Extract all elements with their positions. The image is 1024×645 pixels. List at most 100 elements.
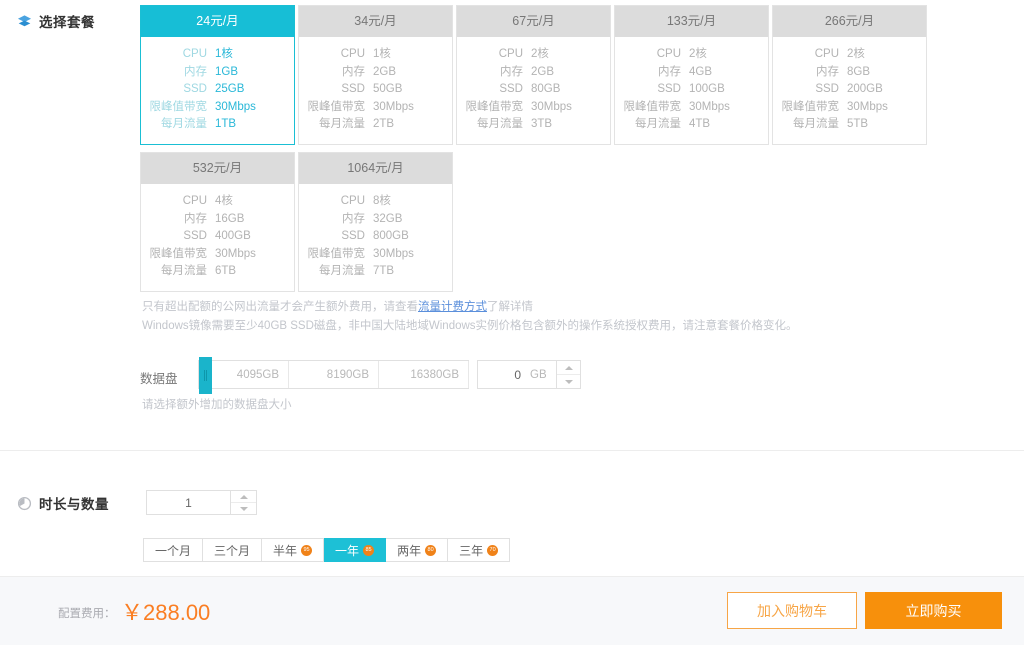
package-card[interactable]: 1064元/月 CPU 8核 内存 32GB SSD 800GB 限峰值带宽 30Mbps 每月流…: [298, 152, 453, 292]
package-card[interactable]: 67元/月 CPU 2核 内存 2GB SSD 80GB 限峰值带宽 30Mbps 每月流量 3TB: [456, 5, 611, 145]
slider-handle[interactable]: [199, 357, 212, 394]
slider-tick-2[interactable]: 16380GB: [379, 361, 469, 388]
package-spec-row: 限峰值带宽 30Mbps: [141, 99, 294, 117]
package-spec-key: 内存: [342, 65, 365, 78]
duration-tab-label: 一个月: [155, 543, 192, 558]
section-header-package: 选择套餐: [17, 11, 95, 31]
duration-tab[interactable]: 半年 95: [262, 538, 325, 562]
package-spec-row: 每月流量 3TB: [457, 116, 610, 134]
note-traffic-text-b: 了解详情: [487, 301, 533, 313]
package-spec-row: 内存 32GB: [299, 211, 452, 229]
package-spec-row: CPU 1核: [141, 46, 294, 64]
package-spec-value: 1TB: [215, 118, 237, 130]
data-disk-row: 数据盘 4095GB 8190GB 16380GB 0 GB: [140, 357, 581, 394]
package-card[interactable]: 532元/月 CPU 4核 内存 16GB SSD 400GB 限峰值带宽 30Mbps 每月流量…: [140, 152, 295, 292]
package-spec-value: 1核: [373, 48, 391, 60]
package-price-header: 133元/月: [615, 6, 768, 37]
package-spec-key: 限峰值带宽: [149, 100, 208, 113]
package-spec-row: CPU 4核: [141, 193, 294, 211]
duration-tab[interactable]: 三年 70: [448, 538, 511, 562]
package-card[interactable]: 34元/月 CPU 1核 内存 2GB SSD 50GB 限峰值带宽 30Mbps 每月流量 2TB: [298, 5, 453, 145]
package-spec-value: 2GB: [531, 65, 555, 78]
package-spec-row: 限峰值带宽 30Mbps: [141, 246, 294, 264]
package-spec-value: 2核: [689, 48, 707, 60]
package-spec-row: 内存 16GB: [141, 211, 294, 229]
data-disk-spinner[interactable]: [557, 360, 581, 389]
data-disk-decrement-button[interactable]: [557, 375, 580, 388]
package-spec-key: CPU: [340, 195, 365, 207]
quantity-increment-button[interactable]: [231, 491, 256, 503]
package-spec-value: 2GB: [373, 65, 397, 78]
package-spec-value: 30Mbps: [215, 100, 256, 113]
package-spec-row: 内存 1GB: [141, 64, 294, 82]
package-spec-list: CPU 1核 内存 2GB SSD 50GB 限峰值带宽 30Mbps 每月流量 2TB: [299, 37, 452, 144]
package-spec-row: 每月流量 1TB: [141, 116, 294, 134]
package-spec-key: 每月流量: [635, 118, 681, 130]
duration-tab[interactable]: 两年 80: [386, 538, 449, 562]
package-spec-key: CPU: [182, 195, 207, 207]
slider-tick-0[interactable]: 4095GB: [199, 361, 289, 388]
traffic-billing-link[interactable]: 流量计费方式: [418, 301, 487, 313]
slider-tick-1[interactable]: 8190GB: [289, 361, 379, 388]
quantity-input[interactable]: 1: [146, 490, 231, 515]
package-spec-value: 7TB: [373, 265, 395, 277]
package-spec-list: CPU 1核 内存 1GB SSD 25GB 限峰值带宽 30Mbps 每月流量 1TB: [141, 37, 294, 144]
package-spec-list: CPU 2核 内存 4GB SSD 100GB 限峰值带宽 30Mbps 每月流量 4TB: [615, 37, 768, 144]
package-spec-key: 每月流量: [161, 118, 207, 130]
package-spec-row: SSD 200GB: [773, 81, 926, 99]
package-spec-value: 1GB: [215, 65, 239, 78]
package-spec-key: 限峰值带宽: [781, 100, 840, 113]
data-disk-label: 数据盘: [140, 372, 178, 386]
duration-tab-label: 三年: [459, 543, 484, 558]
package-card[interactable]: 266元/月 CPU 2核 内存 8GB SSD 200GB 限峰值带宽 30Mbps 每月流量 5…: [772, 5, 927, 145]
package-spec-row: 每月流量 5TB: [773, 116, 926, 134]
data-disk-increment-button[interactable]: [557, 361, 580, 375]
package-spec-value: 8核: [373, 195, 391, 207]
quantity-spinner[interactable]: [231, 490, 257, 515]
package-spec-key: 内存: [184, 65, 207, 78]
section-title-package: 选择套餐: [39, 15, 95, 30]
purchase-page: 选择套餐 24元/月 CPU 1核 内存 1GB SSD 25GB 限峰值带宽 30Mbps 每月…: [0, 0, 1024, 645]
package-spec-key: 内存: [500, 65, 523, 78]
package-spec-row: 限峰值带宽 30Mbps: [299, 246, 452, 264]
quantity-stepper[interactable]: 1: [146, 490, 257, 515]
package-spec-row: 每月流量 7TB: [299, 263, 452, 281]
duration-tab-label: 半年: [273, 543, 298, 558]
package-spec-list: CPU 4核 内存 16GB SSD 400GB 限峰值带宽 30Mbps 每月流量 6TB: [141, 184, 294, 291]
package-spec-row: 每月流量 2TB: [299, 116, 452, 134]
data-disk-slider-group[interactable]: 4095GB 8190GB 16380GB 0 GB: [198, 357, 581, 394]
data-disk-input[interactable]: 0 GB: [477, 360, 557, 389]
package-spec-value: 3TB: [531, 118, 553, 130]
package-card[interactable]: 133元/月 CPU 2核 内存 4GB SSD 100GB 限峰值带宽 30Mbps 每月流量 4…: [614, 5, 769, 145]
duration-tab[interactable]: 三个月: [203, 538, 263, 562]
chevron-up-icon: [564, 365, 573, 370]
package-spec-key: 内存: [342, 212, 365, 225]
package-spec-key: SSD: [815, 83, 839, 95]
package-spec-row: 内存 2GB: [299, 64, 452, 82]
discount-badge-icon: 85: [363, 544, 375, 556]
duration-tab-label: 两年: [397, 543, 422, 558]
package-spec-value: 30Mbps: [847, 100, 888, 113]
package-spec-row: CPU 2核: [773, 46, 926, 64]
package-spec-key: CPU: [340, 48, 365, 60]
package-spec-row: 每月流量 6TB: [141, 263, 294, 281]
quantity-decrement-button[interactable]: [231, 503, 256, 514]
data-disk-stepper[interactable]: 0 GB: [477, 360, 581, 389]
package-spec-row: 每月流量 4TB: [615, 116, 768, 134]
package-spec-key: 限峰值带宽: [307, 100, 366, 113]
package-spec-value: 50GB: [373, 83, 403, 95]
data-disk-slider-track[interactable]: 4095GB 8190GB 16380GB: [198, 357, 469, 394]
package-spec-row: 内存 4GB: [615, 64, 768, 82]
buy-now-button[interactable]: 立即购买: [865, 592, 1002, 629]
package-card[interactable]: 24元/月 CPU 1核 内存 1GB SSD 25GB 限峰值带宽 30Mbps 每月流量 1TB: [140, 5, 295, 145]
fee-label: 配置费用：: [58, 608, 116, 620]
package-spec-key: 每月流量: [161, 265, 207, 277]
package-spec-list: CPU 2核 内存 2GB SSD 80GB 限峰值带宽 30Mbps 每月流量 3TB: [457, 37, 610, 144]
duration-tab[interactable]: 一个月: [143, 538, 204, 562]
add-to-cart-button[interactable]: 加入购物车: [727, 592, 857, 629]
package-spec-key: 内存: [184, 212, 207, 225]
duration-tab[interactable]: 一年 85: [324, 538, 387, 562]
package-spec-value: 30Mbps: [689, 100, 730, 113]
package-spec-key: 限峰值带宽: [307, 247, 366, 260]
package-spec-row: CPU 8核: [299, 193, 452, 211]
